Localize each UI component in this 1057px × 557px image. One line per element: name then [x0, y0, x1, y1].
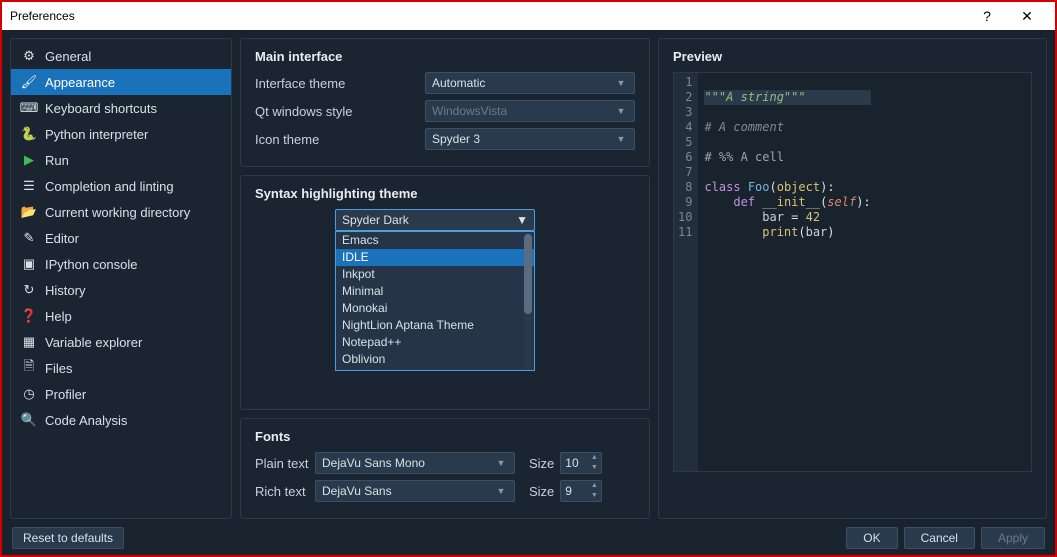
- cancel-button[interactable]: Cancel: [904, 527, 975, 549]
- plain-text-size-label: Size: [529, 456, 554, 471]
- gear-icon: ⚙: [21, 48, 37, 64]
- qt-style-label: Qt windows style: [255, 104, 425, 119]
- sidebar: ⚙General 🖌Appearance ⌨Keyboard shortcuts…: [10, 38, 232, 519]
- chevron-down-icon: ▼: [614, 106, 628, 116]
- plain-text-font-select[interactable]: DejaVu Sans Mono▼: [315, 452, 515, 474]
- dropdown-option[interactable]: NightLion Aptana Theme: [336, 317, 534, 334]
- sidebar-item-appearance[interactable]: 🖌Appearance: [11, 69, 231, 95]
- apply-button[interactable]: Apply: [981, 527, 1045, 549]
- edit-icon: ✎: [21, 230, 37, 246]
- fonts-title: Fonts: [255, 429, 635, 444]
- sidebar-item-profiler[interactable]: ◷Profiler: [11, 381, 231, 407]
- sidebar-item-ipython-console[interactable]: ▣IPython console: [11, 251, 231, 277]
- spin-up-icon[interactable]: ▲: [588, 453, 600, 463]
- footer: Reset to defaults OK Cancel Apply: [12, 527, 1045, 549]
- play-icon: ▶: [21, 152, 37, 168]
- grid-icon: ▦: [21, 334, 37, 350]
- rich-text-size-label: Size: [529, 484, 554, 499]
- dropdown-option[interactable]: Monokai: [336, 300, 534, 317]
- search-icon: 🔍: [21, 412, 37, 428]
- sidebar-item-general[interactable]: ⚙General: [11, 43, 231, 69]
- close-button[interactable]: ✕: [1007, 8, 1047, 25]
- reset-defaults-button[interactable]: Reset to defaults: [12, 527, 124, 549]
- sidebar-item-editor[interactable]: ✎Editor: [11, 225, 231, 251]
- icon-theme-select[interactable]: Spyder 3▼: [425, 128, 635, 150]
- syntax-panel: Syntax highlighting theme Spyder Dark ▼ …: [240, 175, 650, 410]
- sidebar-item-variable-explorer[interactable]: ▦Variable explorer: [11, 329, 231, 355]
- sidebar-item-code-analysis[interactable]: 🔍Code Analysis: [11, 407, 231, 433]
- main-interface-title: Main interface: [255, 49, 635, 64]
- syntax-theme-select[interactable]: Spyder Dark ▼: [335, 209, 535, 231]
- sidebar-item-help[interactable]: ❓Help: [11, 303, 231, 329]
- dropdown-option[interactable]: Inkpot: [336, 266, 534, 283]
- icon-theme-label: Icon theme: [255, 132, 425, 147]
- sidebar-item-cwd[interactable]: 📂Current working directory: [11, 199, 231, 225]
- history-icon: ↻: [21, 282, 37, 298]
- files-icon: 🗎: [21, 360, 37, 376]
- dropdown-option[interactable]: Minimal: [336, 283, 534, 300]
- sidebar-item-run[interactable]: ▶Run: [11, 147, 231, 173]
- spin-up-icon[interactable]: ▲: [588, 481, 600, 491]
- keyboard-icon: ⌨: [21, 100, 37, 116]
- help-button[interactable]: ?: [967, 8, 1007, 24]
- preview-panel: Preview 1234567891011 """A string""" # A…: [658, 38, 1047, 519]
- dropdown-option[interactable]: Obsidian: [336, 368, 534, 371]
- ok-button[interactable]: OK: [846, 527, 897, 549]
- brush-icon: 🖌: [21, 74, 37, 90]
- preview-title: Preview: [673, 49, 1032, 64]
- dropdown-scrollthumb[interactable]: [524, 234, 532, 314]
- sidebar-item-completion-linting[interactable]: ☰Completion and linting: [11, 173, 231, 199]
- dropdown-option[interactable]: Notepad++: [336, 334, 534, 351]
- dropdown-option[interactable]: Oblivion: [336, 351, 534, 368]
- plain-text-label: Plain text: [255, 456, 315, 471]
- interface-theme-label: Interface theme: [255, 76, 425, 91]
- clock-icon: ◷: [21, 386, 37, 402]
- help-icon: ❓: [21, 308, 37, 324]
- window-title: Preferences: [10, 9, 75, 23]
- syntax-title: Syntax highlighting theme: [255, 186, 635, 201]
- folder-icon: 📂: [21, 204, 37, 220]
- rich-text-size-spin[interactable]: 9▲▼: [560, 480, 602, 502]
- console-icon: ▣: [21, 256, 37, 272]
- interface-theme-select[interactable]: Automatic▼: [425, 72, 635, 94]
- main-interface-panel: Main interface Interface theme Automatic…: [240, 38, 650, 167]
- qt-style-select: WindowsVista▼: [425, 100, 635, 122]
- line-gutter: 1234567891011: [674, 73, 698, 471]
- chevron-down-icon: ▼: [614, 134, 628, 144]
- code-preview: 1234567891011 """A string""" # A comment…: [673, 72, 1032, 472]
- sidebar-item-history[interactable]: ↻History: [11, 277, 231, 303]
- sidebar-item-python-interpreter[interactable]: 🐍Python interpreter: [11, 121, 231, 147]
- code-body: """A string""" # A comment # %% A cell c…: [698, 73, 876, 471]
- spin-down-icon[interactable]: ▼: [588, 463, 600, 473]
- titlebar: Preferences ? ✕: [2, 2, 1055, 30]
- spin-down-icon[interactable]: ▼: [588, 491, 600, 501]
- chevron-down-icon: ▼: [494, 486, 508, 496]
- sidebar-item-files[interactable]: 🗎Files: [11, 355, 231, 381]
- python-icon: 🐍: [21, 126, 37, 142]
- dropdown-option[interactable]: Emacs: [336, 232, 534, 249]
- fonts-panel: Fonts Plain text DejaVu Sans Mono▼ Size …: [240, 418, 650, 519]
- chevron-down-icon: ▼: [494, 458, 508, 468]
- rich-text-font-select[interactable]: DejaVu Sans▼: [315, 480, 515, 502]
- syntax-theme-dropdown[interactable]: Emacs IDLE Inkpot Minimal Monokai NightL…: [335, 231, 535, 371]
- dropdown-option[interactable]: IDLE: [336, 249, 534, 266]
- rich-text-label: Rich text: [255, 484, 315, 499]
- chevron-down-icon: ▼: [614, 78, 628, 88]
- sidebar-item-keyboard-shortcuts[interactable]: ⌨Keyboard shortcuts: [11, 95, 231, 121]
- list-icon: ☰: [21, 178, 37, 194]
- plain-text-size-spin[interactable]: 10▲▼: [560, 452, 602, 474]
- chevron-down-icon: ▼: [516, 213, 528, 227]
